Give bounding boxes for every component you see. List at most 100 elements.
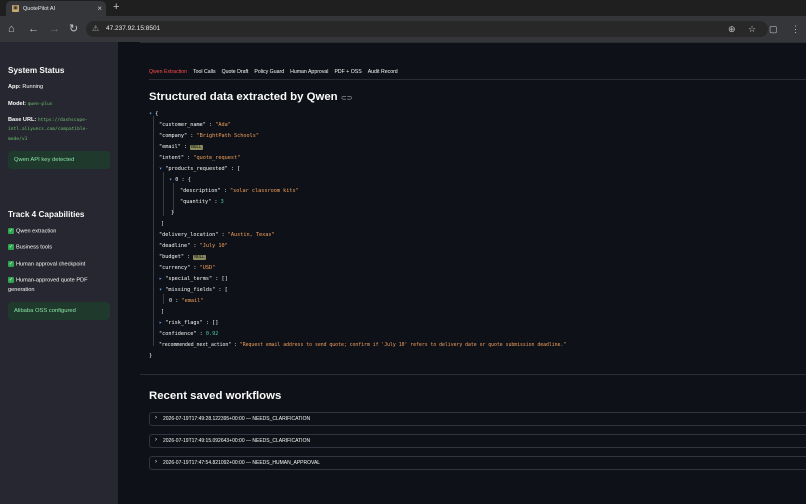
json-line: ▾ 0 : { [169,177,191,183]
collapse-caret-icon[interactable]: ▾ [159,166,162,172]
json-close: ] [161,309,165,315]
json-guide-line [153,116,154,346]
extraction-heading-text: Structured data extracted by Qwen [149,91,338,103]
json-key: "delivery_location" [159,232,219,238]
collapse-caret-icon[interactable]: ▾ [169,177,172,183]
workflow-expander[interactable]: › 2026-07-19T17:49:28.122395+00:00 — NEE… [149,412,806,426]
json-string: "Request email address to send quote; co… [239,343,567,348]
json-string: "USD" [199,265,216,271]
collapse-caret-icon[interactable]: ▾ [159,287,162,293]
chevron-right-icon: › [155,437,157,443]
new-tab-icon[interactable]: + [113,2,119,13]
oss-notice-text: Alibaba OSS configured [14,308,76,314]
json-key: "recommended_next_action" [159,343,232,348]
json-string: "BrightPath Schools" [196,133,259,139]
workflow-expander[interactable]: › 2026-07-19T17:47:54.821092+00:00 — NEE… [149,456,806,470]
expand-caret-icon[interactable]: ▸ [159,276,162,282]
main-content: Qwen Extraction Tool Calls Quote Draft P… [118,42,806,504]
json-line: ▸ "risk_flags" : [] [159,320,219,326]
json-key: "budget" [159,254,184,260]
json-bracket: [ [224,287,228,293]
json-key: "intent" [159,155,184,161]
close-tab-icon[interactable]: × [97,4,102,13]
system-status-heading: System Status [8,66,65,75]
checkmark-icon: ✓ [8,261,14,267]
json-index: 0 [175,177,179,183]
capability-label: Human-approved quote PDF [16,277,88,284]
browser-toolbar: ⌂ ← → ↻ ⚠ 47.237.92.15:8501 ⊕ ☆ ▢ ⋮ [0,16,806,42]
capability-item: ✓ Human approval checkpoint [8,261,85,267]
json-line: "email" : NULL [159,144,203,150]
home-icon[interactable]: ⌂ [8,22,15,36]
json-guide-line [163,172,164,216]
model-label: Model: [8,101,27,107]
json-line: "description" : "solar classroom kits" [180,188,299,194]
json-guide-line [163,294,164,304]
json-line: ▸ "special_terms" : [] [159,276,228,282]
anchor-link-icon[interactable]: ⊂⊃ [341,95,353,102]
capability-label: Business tools [16,244,53,251]
capability-label: Human approval checkpoint [16,261,86,268]
json-string: "email" [181,298,204,304]
browser-tab-title: QuotePilot AI [23,5,56,12]
address-bar[interactable]: ⚠ 47.237.92.15:8501 ⊕ ☆ [86,21,768,37]
capability-item: ✓ Business tools [8,244,52,250]
json-string: "July 10" [199,243,228,249]
json-line: "currency" : "USD" [159,265,216,271]
json-line: "deadline" : "July 10" [159,243,228,249]
json-line: "company" : "BrightPath Schools" [159,133,259,139]
json-brace: { [187,177,191,183]
extensions-icon[interactable]: ▢ [769,23,778,35]
chevron-right-icon: › [155,459,157,465]
oss-success-alert: Alibaba OSS configured [8,302,110,320]
json-key: "email" [159,144,181,150]
sidebar: System Status App: Running Model: qwen-p… [0,42,118,504]
menu-kebab-icon[interactable]: ⋮ [791,23,800,35]
collapse-caret-icon[interactable]: ▾ [149,111,152,117]
json-line: "budget" : NULL [159,254,206,260]
capability-item: ✓ Qwen extraction [8,228,56,234]
json-bracket: [] [212,320,219,326]
json-key: "products_requested" [165,166,228,172]
zoom-icon[interactable]: ⊕ [728,25,736,34]
browser-tab[interactable]: ▣ QuotePilot AI × [6,1,106,16]
json-line: "quantity" : 3 [180,199,224,205]
json-line: "recommended_next_action" : "Request ema… [159,343,567,348]
json-line: "confidence" : 0.92 [159,331,219,337]
expand-caret-icon[interactable]: ▸ [159,320,162,326]
json-key: "deadline" [159,243,191,249]
json-line: ▾ "products_requested" : [ [159,166,241,172]
base-url-line: mode/v1 [8,137,28,142]
json-string: "quote_request" [193,155,241,161]
json-key: "missing_fields" [165,287,216,293]
back-icon[interactable]: ← [28,22,39,36]
json-guide-line [173,183,174,213]
workflow-expander[interactable]: › 2026-07-19T17:49:15.092643+00:00 — NEE… [149,434,806,448]
workflow-label: 2026-07-19T17:49:28.122395+00:00 — NEEDS… [163,416,311,422]
json-number: 3 [220,199,224,205]
workflow-label: 2026-07-19T17:47:54.821092+00:00 — NEEDS… [163,460,321,466]
capability-label: Qwen extraction [16,228,57,235]
json-close: } [171,210,175,216]
model-value: qwen-plus [27,102,53,107]
model-info: Model: qwen-plus [8,100,53,110]
json-bracket: [] [221,276,228,282]
json-key: "customer_name" [159,122,206,128]
address-url[interactable]: 47.237.92.15:8501 [106,24,160,34]
json-null-badge: NULL [193,255,206,260]
json-close: ] [161,221,165,227]
json-root-open: ▾ { [149,111,158,118]
json-line: ▾ "missing_fields" : [ [159,287,228,293]
capabilities-heading: Track 4 Capabilities [8,210,85,219]
app-favicon-icon: ▣ [12,5,19,12]
reload-icon[interactable]: ↻ [69,22,78,36]
json-key: "quantity" [180,199,212,205]
json-key: "company" [159,133,188,139]
bookmark-star-icon[interactable]: ☆ [748,25,756,34]
base-url-line: intl.aliyuncs.com/compatible- [8,127,89,132]
json-root-close: } [149,353,153,359]
forward-icon[interactable]: → [49,22,60,36]
json-bracket: [ [237,166,241,172]
checkmark-icon: ✓ [8,228,14,234]
not-secure-icon[interactable]: ⚠ [92,23,99,35]
